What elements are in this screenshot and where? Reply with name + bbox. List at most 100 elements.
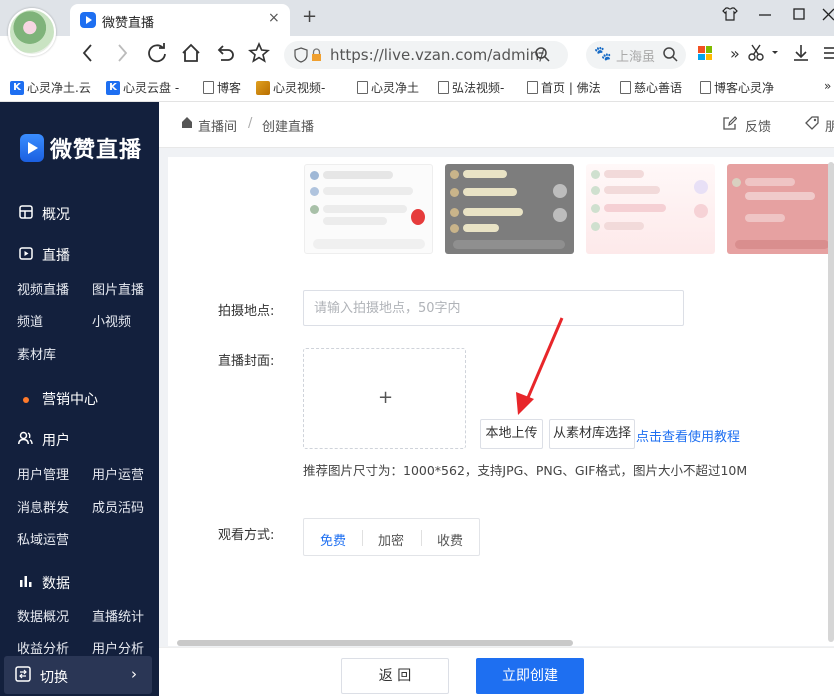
dropdown-chevron-icon[interactable] xyxy=(771,44,779,66)
sidebar-item-mass-message[interactable]: 消息群发 xyxy=(17,497,69,516)
bookmark-label: 博客心灵净 xyxy=(714,81,775,95)
feedback-button[interactable]: 反馈 xyxy=(723,116,771,135)
bookmark-item[interactable]: 弘法视频- xyxy=(438,79,504,96)
sidebar-item-data-overview[interactable]: 数据概况 xyxy=(17,606,69,625)
gold-icon xyxy=(256,80,270,95)
template-thumbnail[interactable] xyxy=(727,164,834,254)
sidebar-section-data[interactable]: 数据 xyxy=(18,573,70,593)
download-icon[interactable] xyxy=(792,44,810,66)
bookmark-item[interactable]: 慈心善语 xyxy=(620,79,682,96)
microsoft-apps-icon[interactable] xyxy=(698,46,712,60)
profile-avatar[interactable] xyxy=(8,8,56,56)
local-upload-button[interactable]: 本地上传 xyxy=(480,419,543,449)
bookmark-item[interactable]: 首页 | 佛法 xyxy=(527,79,601,96)
url-bar[interactable]: https://live.vzan.com/admin/ xyxy=(284,41,568,69)
maximize-button[interactable] xyxy=(792,6,806,26)
minimize-button[interactable] xyxy=(758,6,772,26)
help-button[interactable]: 朋 xyxy=(805,116,834,135)
page-zoom-icon[interactable] xyxy=(534,45,550,67)
undo-icon[interactable] xyxy=(214,42,236,69)
bookmark-item[interactable]: K 心灵云盘 - xyxy=(106,79,179,96)
sidebar-section-marketing[interactable]: 营销中心 xyxy=(18,389,98,409)
bookmark-item[interactable]: 心灵视频- xyxy=(256,79,325,96)
sidebar-item-user-management[interactable]: 用户管理 xyxy=(17,464,69,483)
shirt-icon[interactable] xyxy=(722,6,738,26)
sidebar-item-user-analysis[interactable]: 用户分析 xyxy=(92,638,144,657)
k-icon: K xyxy=(106,80,120,95)
doc-icon xyxy=(438,81,449,94)
cut-scissors-icon[interactable] xyxy=(748,44,766,66)
browser-tab[interactable]: 微赞直播 × xyxy=(70,4,290,36)
horizontal-scrollbar[interactable] xyxy=(177,640,573,646)
breadcrumb-live-room[interactable]: 直播间 xyxy=(198,116,237,135)
tab-close-button[interactable]: × xyxy=(268,10,280,26)
toolbar-more-button[interactable]: » xyxy=(730,44,740,63)
switch-label: 切换 xyxy=(40,670,68,686)
vzan-logo[interactable]: 微赞直播 xyxy=(20,132,142,164)
bookmark-item[interactable]: 博客 xyxy=(203,79,241,96)
sidebar-section-users[interactable]: 用户 xyxy=(18,430,70,450)
bookmark-label: 首页 | 佛法 xyxy=(541,81,601,95)
sidebar-item-short-video[interactable]: 小视频 xyxy=(92,311,131,330)
home-icon[interactable] xyxy=(180,42,202,69)
url-text[interactable]: https://live.vzan.com/admin/ xyxy=(330,46,544,64)
bookmark-item[interactable]: K 心灵净土.云 xyxy=(10,79,91,96)
location-label: 拍摄地点: xyxy=(218,304,275,319)
option-divider xyxy=(421,530,422,546)
watch-option-free[interactable]: 免费 xyxy=(320,530,346,549)
cover-size-hint: 推荐图片尺寸为：1000*562，支持JPG、PNG、GIF格式，图片大小不超过… xyxy=(303,463,748,478)
template-thumbnail[interactable] xyxy=(445,164,574,254)
bookmark-item[interactable]: 心灵净土 xyxy=(357,79,419,96)
library-select-button[interactable]: 从素材库选择 xyxy=(549,419,635,449)
sidebar-item-user-operations[interactable]: 用户运营 xyxy=(92,464,144,483)
cover-upload-area[interactable]: + xyxy=(303,348,466,449)
doc-icon xyxy=(700,81,711,94)
favorite-star-icon[interactable] xyxy=(248,41,270,69)
back-nav-button[interactable] xyxy=(80,42,96,69)
search-icon[interactable] xyxy=(662,45,678,67)
sidebar-item-material-library[interactable]: 素材库 xyxy=(17,344,56,363)
bookmark-label: 心灵净土.云 xyxy=(27,81,91,95)
security-shield-icon[interactable] xyxy=(294,47,324,67)
location-field[interactable] xyxy=(303,290,684,326)
tutorial-link[interactable]: 点击查看使用教程 xyxy=(636,426,740,445)
reload-icon[interactable] xyxy=(146,42,168,69)
sidebar-item-video-live[interactable]: 视频直播 xyxy=(17,279,69,298)
bookmark-item[interactable]: 博客心灵净 xyxy=(700,79,774,96)
sidebar-item-private-domain[interactable]: 私域运营 xyxy=(17,529,69,548)
watch-option-password[interactable]: 加密 xyxy=(378,530,404,549)
back-button[interactable]: 返 回 xyxy=(341,658,449,694)
users-icon xyxy=(18,431,33,449)
form-footer: 返 回 立即创建 xyxy=(159,647,834,696)
main-content: 直播间 / 创建直播 反馈 朋 拍摄地点: 请输入拍摄地点，50字内 直播封面:… xyxy=(159,102,834,696)
live-icon xyxy=(18,246,33,264)
sidebar-section-overview[interactable]: 概况 xyxy=(18,204,70,224)
sidebar-item-live-stats[interactable]: 直播统计 xyxy=(92,606,144,625)
sidebar-section-label: 数据 xyxy=(42,576,70,592)
bookmarks-more-button[interactable]: » xyxy=(824,79,831,93)
cover-label: 直播封面: xyxy=(218,354,275,369)
template-thumbnail[interactable] xyxy=(304,164,433,254)
sidebar-section-live[interactable]: 直播 xyxy=(18,245,70,265)
browser-menu-icon[interactable] xyxy=(823,44,834,66)
forward-nav-button[interactable] xyxy=(114,42,130,69)
sidebar-item-channel[interactable]: 频道 xyxy=(17,311,43,330)
sidebar-item-image-live[interactable]: 图片直播 xyxy=(92,279,144,298)
home-icon[interactable] xyxy=(181,116,193,133)
vertical-scrollbar[interactable] xyxy=(828,162,834,642)
breadcrumb-current: 创建直播 xyxy=(262,120,315,135)
template-thumbnail[interactable] xyxy=(586,164,715,254)
watch-mode-label: 观看方式: xyxy=(218,528,275,543)
sidebar-item-revenue-analysis[interactable]: 收益分析 xyxy=(17,638,69,657)
create-now-button[interactable]: 立即创建 xyxy=(476,658,584,694)
close-window-button[interactable] xyxy=(822,6,834,26)
breadcrumb-separator: / xyxy=(248,116,253,131)
new-tab-button[interactable]: + xyxy=(302,6,317,27)
tab-title: 微赞直播 xyxy=(102,16,155,31)
sidebar-item-member-live-code[interactable]: 成员活码 xyxy=(92,497,144,516)
bookmark-label: 心灵视频- xyxy=(273,81,326,95)
switch-button[interactable]: 切换 › xyxy=(4,656,152,694)
location-input[interactable] xyxy=(304,291,683,325)
browser-search-box[interactable]: 🐾 上海虽 xyxy=(586,41,686,69)
watch-option-paid[interactable]: 收费 xyxy=(437,530,463,549)
